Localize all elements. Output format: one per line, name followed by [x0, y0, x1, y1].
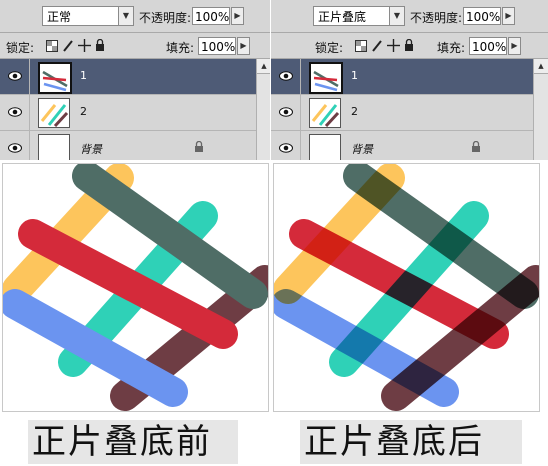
visibility-cell[interactable] — [271, 131, 301, 160]
eye-icon[interactable] — [279, 71, 293, 81]
layer-list: 1 2 背景 — [271, 59, 533, 160]
lock-icon[interactable] — [404, 39, 414, 52]
layer-thumbnail — [309, 62, 343, 94]
lock-icon — [472, 141, 480, 152]
stroke-artwork-normal — [0, 161, 280, 411]
layer-row-2[interactable]: 2 — [0, 95, 256, 131]
blend-mode-value: 正常 — [47, 10, 72, 24]
fill-arrow-icon[interactable]: ▶ — [508, 37, 521, 55]
blend-mode-select[interactable]: 正片叠底 ▼ — [313, 6, 405, 26]
lock-label: 锁定: — [6, 41, 35, 55]
fill-input[interactable]: 100% — [198, 37, 236, 55]
opacity-input[interactable]: 100% — [463, 7, 501, 25]
layer-list: 1 2 背景 — [0, 59, 256, 160]
layer-row-1[interactable]: 1 — [0, 59, 256, 95]
blend-mode-value: 正片叠底 — [318, 10, 367, 24]
layer-name: 背景 — [80, 143, 102, 156]
lock-icon — [195, 141, 203, 152]
scroll-up-icon[interactable]: ▲ — [257, 59, 271, 74]
eye-icon[interactable] — [8, 107, 22, 117]
fill-arrow-icon[interactable]: ▶ — [237, 37, 250, 55]
eye-icon[interactable] — [279, 107, 293, 117]
visibility-cell[interactable] — [0, 59, 30, 94]
lock-transparent-icon[interactable] — [46, 40, 58, 52]
eye-icon[interactable] — [8, 71, 22, 81]
visibility-cell[interactable] — [0, 131, 30, 160]
eye-icon[interactable] — [8, 143, 22, 153]
move-icon[interactable] — [387, 39, 400, 52]
fill-label: 填充: — [166, 41, 195, 55]
visibility-cell[interactable] — [0, 95, 30, 130]
brush-icon[interactable] — [62, 39, 74, 53]
chevron-down-icon[interactable]: ▼ — [389, 7, 404, 25]
layer-name: 2 — [80, 105, 87, 118]
layer-thumbnail — [309, 98, 341, 128]
brush-icon[interactable] — [371, 39, 383, 53]
opacity-input[interactable]: 100% — [192, 7, 230, 25]
chevron-down-icon[interactable]: ▼ — [118, 7, 133, 25]
layer-name: 2 — [351, 105, 358, 118]
lock-transparent-icon[interactable] — [355, 40, 367, 52]
layer-row-2[interactable]: 2 — [271, 95, 533, 131]
caption-after: 正片叠底后 — [300, 420, 522, 464]
layer-name: 背景 — [351, 143, 373, 156]
layer-scrollbar[interactable]: ▲ — [256, 59, 271, 160]
caption-before: 正片叠底前 — [28, 420, 238, 464]
opacity-label: 不透明度: — [139, 11, 192, 25]
blend-mode-select[interactable]: 正常 ▼ — [42, 6, 134, 26]
divider — [271, 32, 548, 33]
layer-row-1[interactable]: 1 — [271, 59, 533, 95]
eye-icon[interactable] — [279, 143, 293, 153]
visibility-cell[interactable] — [271, 59, 301, 94]
move-icon[interactable] — [78, 39, 91, 52]
opacity-arrow-icon[interactable]: ▶ — [502, 7, 515, 25]
layer-thumbnail — [309, 134, 341, 160]
layer-name: 1 — [351, 69, 358, 82]
layers-panel-after: 正片叠底 ▼ 不透明度: 100% ▶ 锁定: 填充: 100% ▶ 1 2 背… — [271, 0, 548, 160]
lock-label: 锁定: — [315, 41, 344, 55]
opacity-label: 不透明度: — [410, 11, 463, 25]
divider — [0, 32, 271, 33]
canvas-after[interactable] — [271, 161, 548, 412]
layer-row-background[interactable]: 背景 — [271, 131, 533, 160]
layer-thumbnail — [38, 62, 72, 94]
layers-panel-before: 正常 ▼ 不透明度: 100% ▶ 锁定: 填充: 100% ▶ 1 2 背景 … — [0, 0, 271, 160]
lock-icon[interactable] — [95, 39, 105, 52]
visibility-cell[interactable] — [271, 95, 301, 130]
canvas-before[interactable] — [0, 161, 280, 412]
scroll-up-icon[interactable]: ▲ — [534, 59, 548, 74]
opacity-arrow-icon[interactable]: ▶ — [231, 7, 244, 25]
fill-input[interactable]: 100% — [469, 37, 507, 55]
layer-scrollbar[interactable]: ▲ — [533, 59, 548, 160]
layer-row-background[interactable]: 背景 — [0, 131, 256, 160]
layer-thumbnail — [38, 134, 70, 160]
layer-name: 1 — [80, 69, 87, 82]
layer-thumbnail — [38, 98, 70, 128]
fill-label: 填充: — [437, 41, 466, 55]
stroke-artwork-multiply — [271, 161, 548, 411]
